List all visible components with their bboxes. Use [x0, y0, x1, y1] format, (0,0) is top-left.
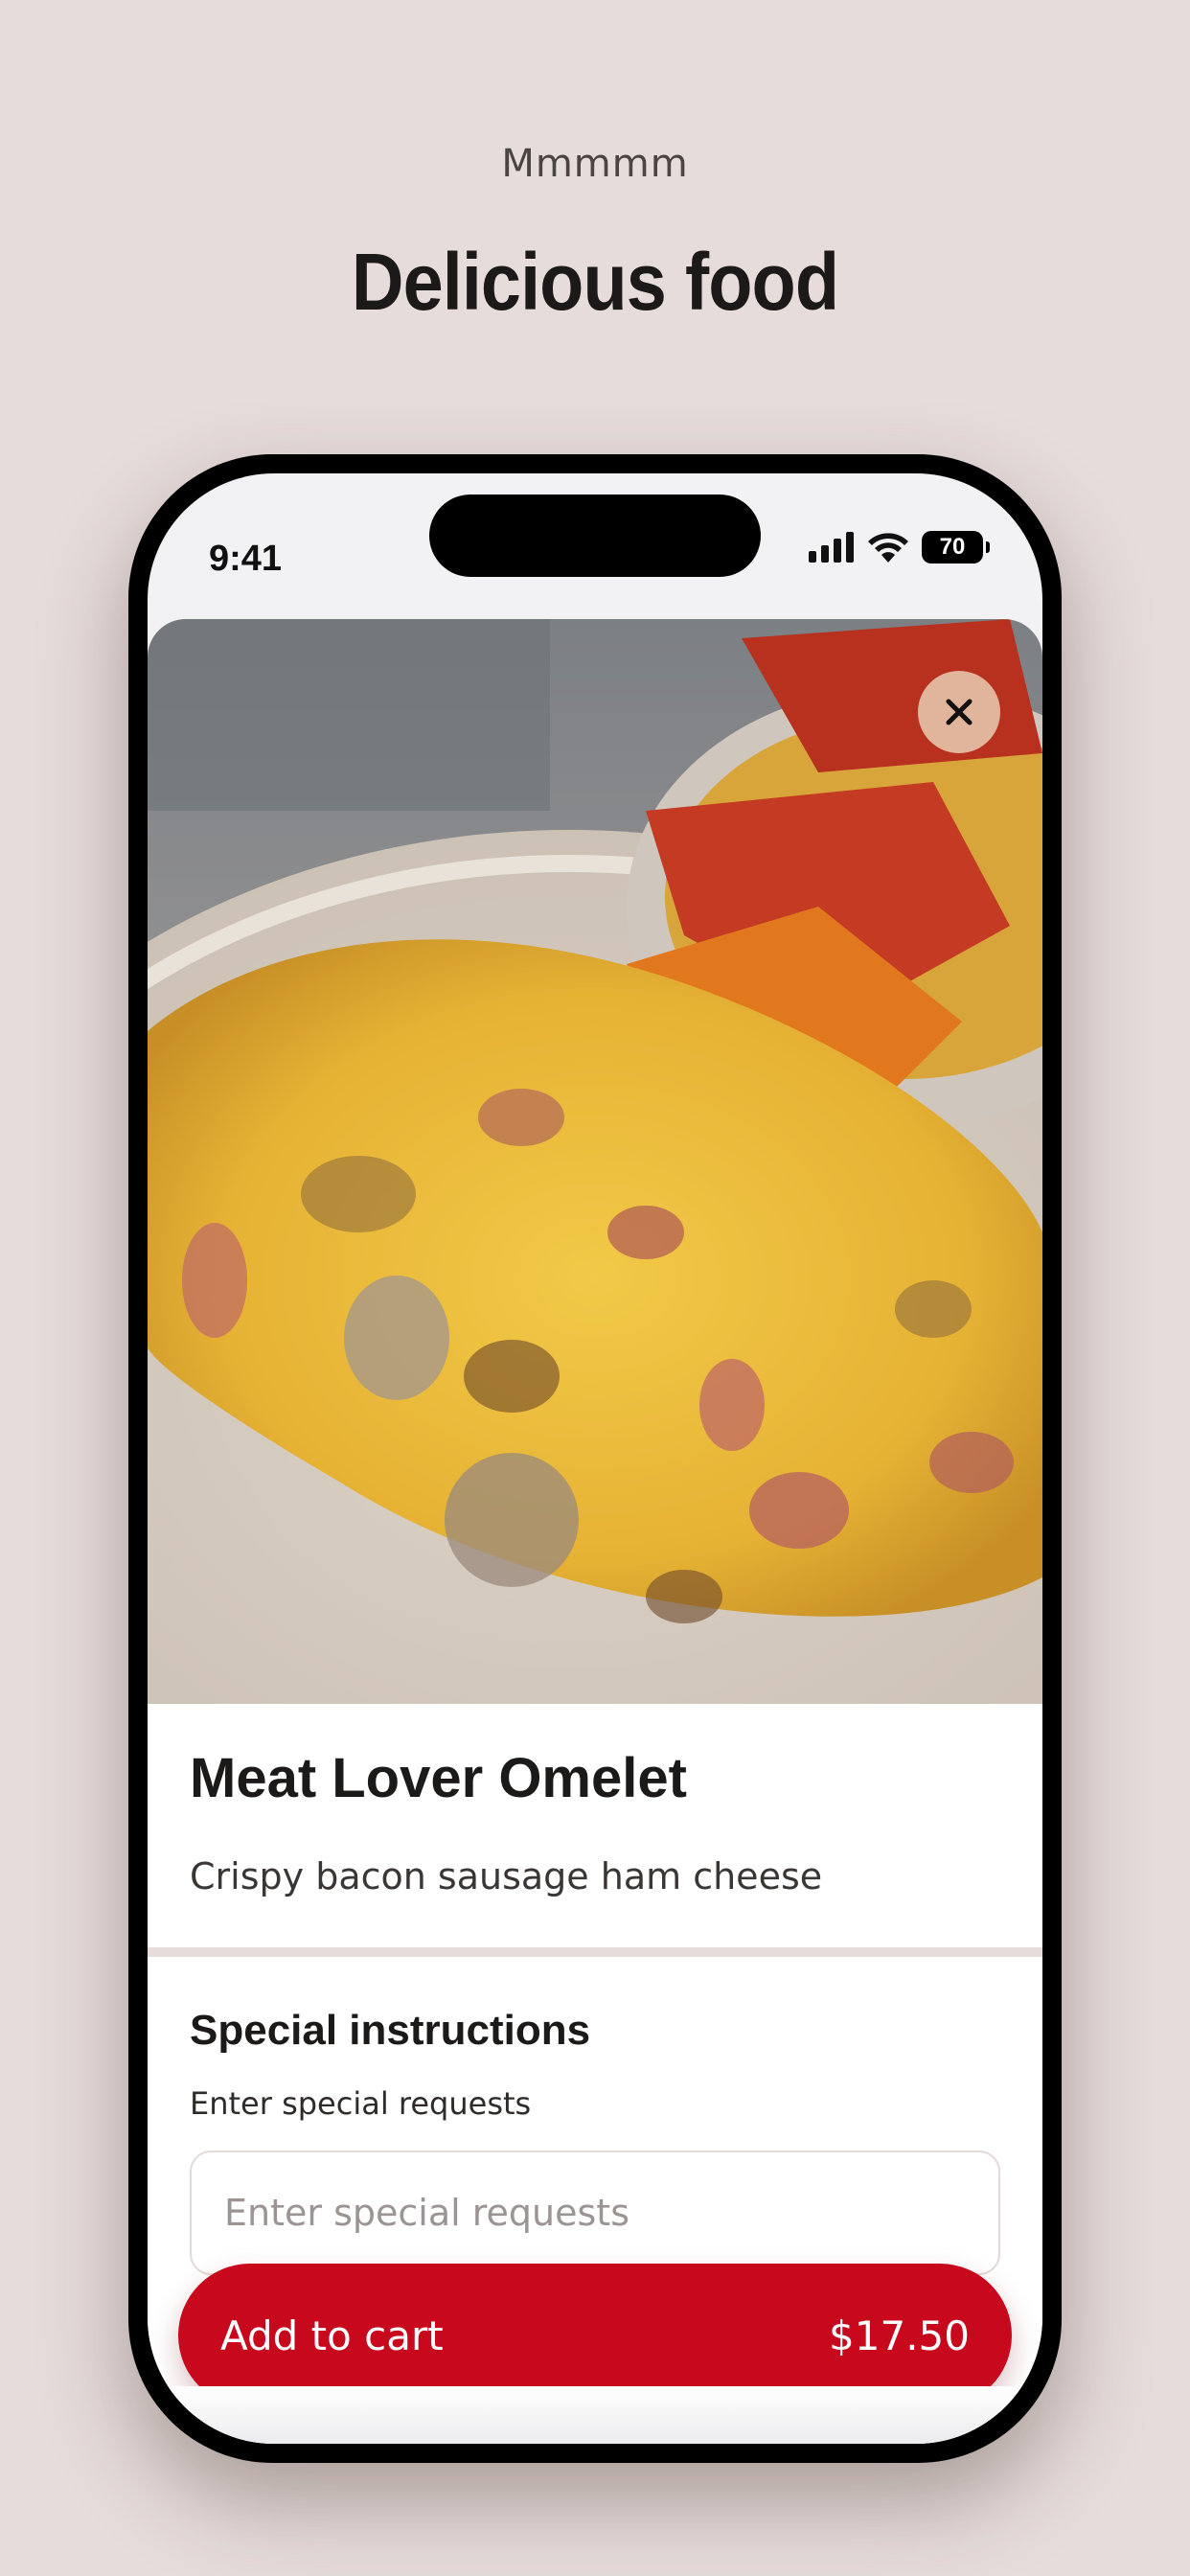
item-description: Crispy bacon sausage ham cheese	[190, 1855, 823, 1898]
close-button[interactable]	[918, 671, 1000, 753]
close-icon	[946, 699, 973, 725]
item-sheet: Meat Lover Omelet Crispy bacon sausage h…	[148, 619, 1042, 2444]
home-indicator-area	[148, 2386, 1042, 2444]
status-icons: 70	[809, 531, 990, 564]
signal-icon	[809, 532, 854, 563]
section-divider	[148, 1947, 1042, 1957]
special-instructions-subtitle: Enter special requests	[190, 2085, 532, 2122]
phone-frame: 9:41 70 Meat Lover Omelet Crispy bacon s…	[128, 454, 1062, 2463]
special-requests-input[interactable]	[190, 2150, 1000, 2275]
promo-title: Delicious food	[351, 237, 839, 327]
battery-icon: 70	[922, 531, 990, 564]
wifi-icon	[868, 533, 908, 563]
omelet-photo	[148, 619, 1042, 1704]
promo-kicker: Mmmmm	[501, 142, 689, 186]
item-name: Meat Lover Omelet	[190, 1747, 687, 1809]
cart-price: $17.50	[829, 2312, 970, 2359]
dynamic-island	[429, 494, 761, 577]
special-instructions-title: Special instructions	[190, 2007, 591, 2054]
add-to-cart-label: Add to cart	[220, 2312, 444, 2359]
status-time: 9:41	[209, 539, 283, 579]
phone-screen: 9:41 70 Meat Lover Omelet Crispy bacon s…	[148, 473, 1042, 2444]
